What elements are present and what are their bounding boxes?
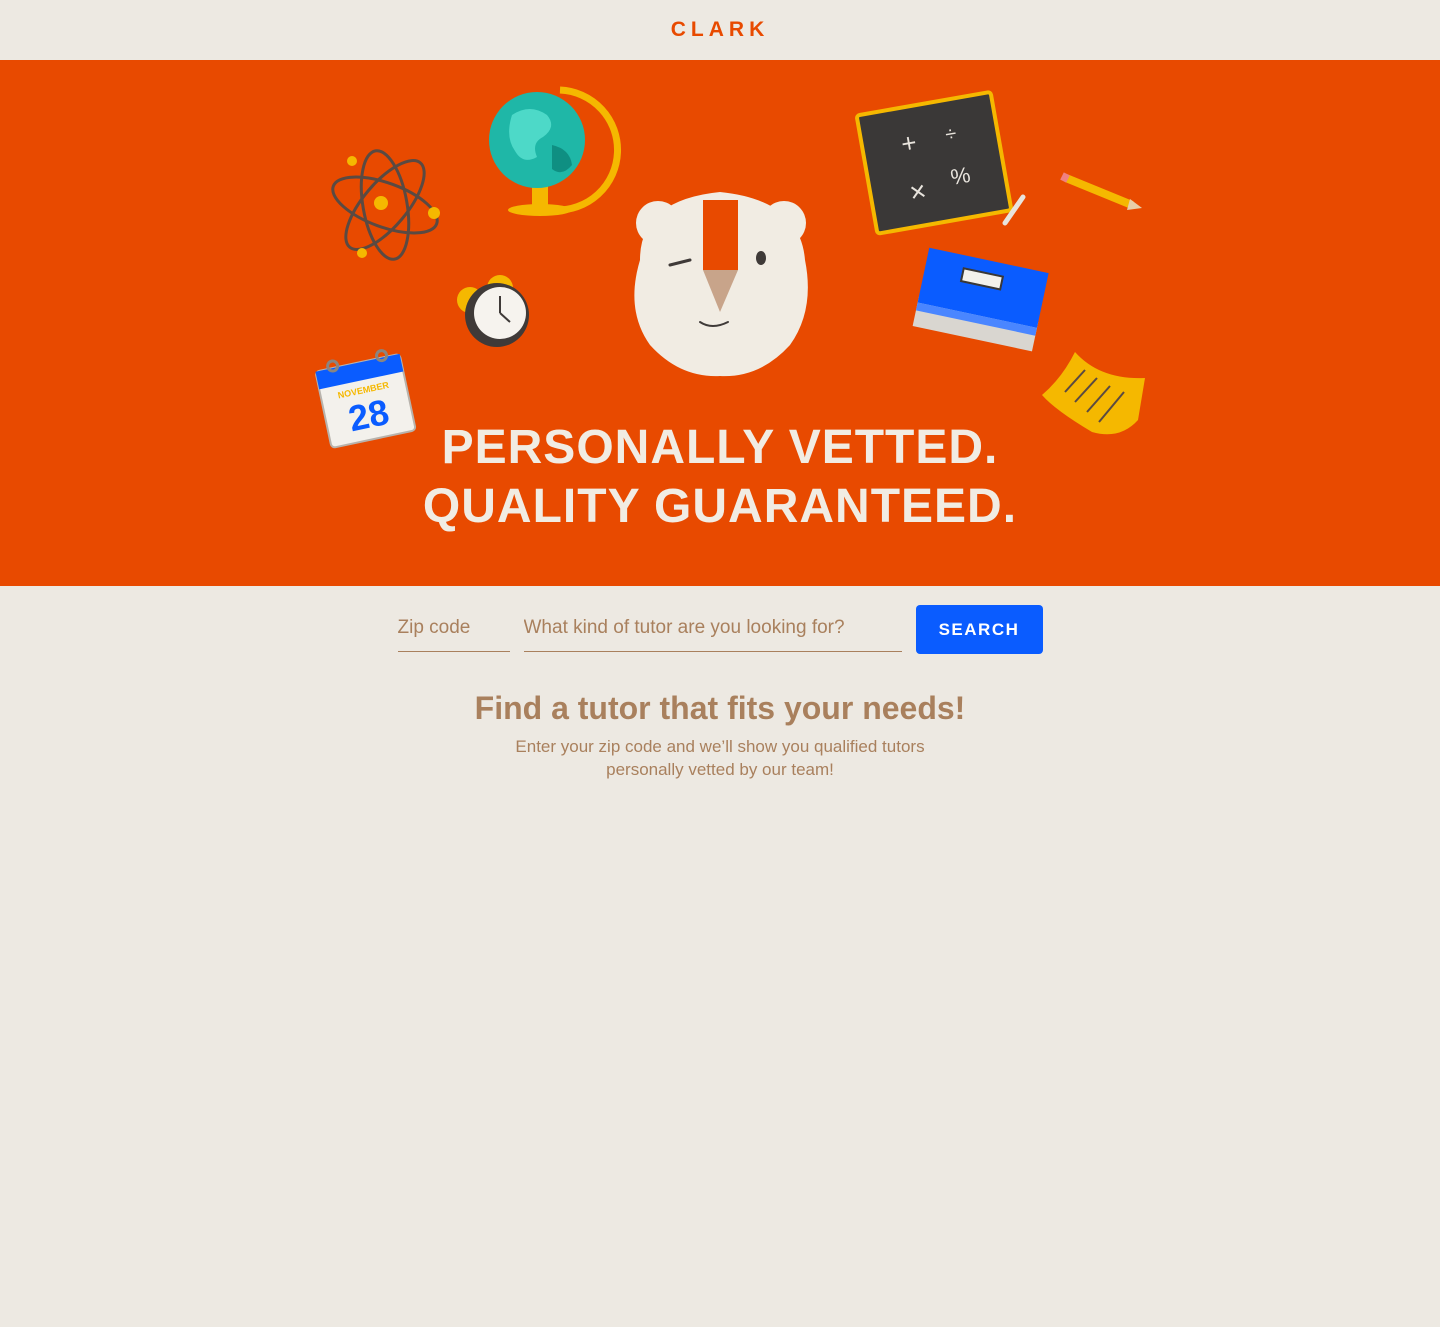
search-button[interactable]: SEARCH [915,605,1043,654]
tutor-type-input[interactable] [523,605,902,652]
globe-icon [489,86,621,216]
info-description: Enter your zip code and we’ll show you q… [515,737,925,779]
info-heading: Find a tutor that fits your needs! [474,690,966,726]
atom-icon [331,149,440,261]
mascot-icon [634,192,808,377]
alarm-clock-icon [457,275,529,347]
hero-banner: NOVEMBER 28 + ÷ × % PERSONALLY VETTED. Q… [0,60,1440,586]
book-icon [912,247,1049,352]
chalkboard-icon: + ÷ × % [855,90,1013,236]
info-section: Find a tutor that fits your needs! Enter… [0,690,1440,781]
pencil-icon [1060,172,1142,210]
top-bar: CLARK [0,0,1440,60]
headline-line-1: PERSONALLY VETTED. [441,421,999,474]
search-form: SEARCH [0,605,1440,654]
hero-headline: PERSONALLY VETTED. QUALITY GUARANTEED. [0,418,1440,536]
clark-logo[interactable]: CLARK [671,18,770,42]
headline-line-2: QUALITY GUARANTEED. [422,480,1018,533]
zip-code-input[interactable] [397,605,510,652]
